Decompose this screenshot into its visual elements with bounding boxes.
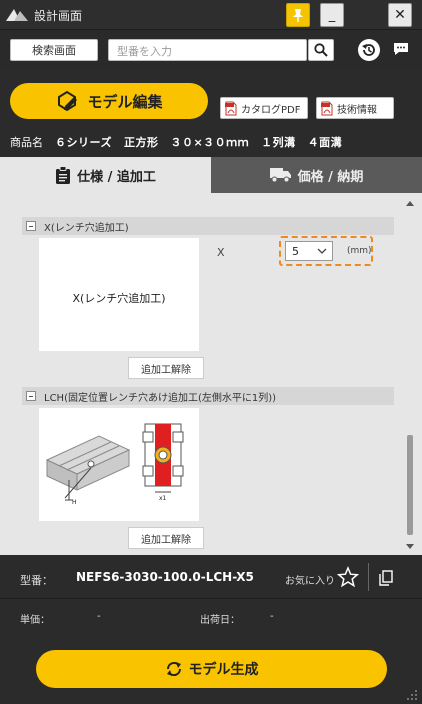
pin-icon: [293, 9, 303, 22]
tab-spec-label: 仕様 / 追加工: [77, 169, 156, 185]
catalog-pdf-button[interactable]: カタログPDF: [220, 97, 308, 119]
chat-icon[interactable]: [392, 41, 410, 57]
close-button[interactable]: ✕: [388, 3, 412, 27]
collapse-icon[interactable]: [26, 391, 36, 401]
remove-x-button[interactable]: 追加工解除: [128, 357, 204, 379]
edit-cube-icon: [58, 90, 78, 112]
history-icon: [362, 44, 375, 56]
collapse-icon[interactable]: [26, 221, 36, 231]
section-lch-image: H x1: [39, 408, 199, 521]
copy-icon[interactable]: [379, 570, 393, 586]
title-bar: 設計画面 _ ✕: [0, 0, 422, 30]
param-x-value: 5: [292, 244, 299, 258]
model-number-value: NEFS6-3030-100.0-LCH-X5: [76, 570, 254, 584]
pdf-icon: [321, 101, 333, 116]
product-size: ３０×３０ｍｍ: [170, 136, 250, 149]
tech-info-label: 技術情報: [337, 104, 377, 116]
star-icon[interactable]: [337, 566, 359, 588]
product-series: ６シリーズ: [55, 136, 112, 149]
pdf-icon: [225, 101, 237, 116]
favorite-label: お気に入り: [285, 576, 335, 587]
footer-panel: 型番： NEFS6-3030-100.0-LCH-X5 お気に入り 単価： - …: [0, 555, 422, 704]
generate-model-button[interactable]: モデル生成: [36, 650, 387, 688]
model-number-label: 型番：: [20, 574, 53, 587]
catalog-pdf-label: カタログPDF: [241, 104, 301, 116]
param-x-label: X: [217, 246, 225, 259]
history-button[interactable]: [358, 39, 380, 61]
divider: [368, 563, 369, 591]
divider: [0, 598, 422, 599]
refresh-icon: [166, 661, 181, 677]
window-title: 設計画面: [34, 9, 83, 23]
search-screen-button[interactable]: 検索画面: [10, 39, 98, 61]
tab-price[interactable]: 価格 / 納期: [211, 157, 422, 193]
chevron-down-icon: [317, 248, 327, 254]
tab-price-label: 価格 / 納期: [297, 169, 364, 185]
dim-x1-label: x1: [159, 495, 167, 502]
product-rows: １列溝: [261, 136, 296, 149]
resize-grip-icon[interactable]: [406, 689, 418, 701]
tab-bar: 仕様 / 追加工 価格 / 納期: [0, 157, 422, 193]
search-input[interactable]: [109, 41, 306, 62]
model-edit-label: モデル編集: [87, 92, 163, 111]
ship-date-label: 出荷日：: [200, 615, 240, 626]
scroll-thumb[interactable]: [407, 435, 413, 535]
search-toolbar: 検索画面: [0, 31, 422, 67]
tech-info-button[interactable]: 技術情報: [316, 97, 394, 119]
dim-h-label: H: [72, 499, 77, 506]
clipboard-icon: [56, 166, 71, 184]
product-header: モデル編集 カタログPDF 技術情報 商品名 ６シリーズ 正方形 ３０×３０ｍｍ…: [0, 67, 422, 157]
product-faces: ４面溝: [307, 136, 343, 149]
section-x-title: X(レンチ穴追加工): [44, 222, 129, 234]
unit-price-value: -: [97, 611, 101, 622]
ship-date-value: -: [270, 611, 274, 622]
param-x-highlight: 5 (mm): [279, 236, 373, 266]
search-button[interactable]: [308, 39, 334, 61]
product-shape: 正方形: [123, 136, 159, 149]
scroll-down-icon[interactable]: [406, 544, 414, 549]
pin-button[interactable]: [286, 3, 310, 27]
minimize-button[interactable]: _: [320, 3, 344, 27]
model-edit-button[interactable]: モデル編集: [10, 83, 208, 119]
app-logo-icon: [6, 9, 28, 21]
section-lch-header[interactable]: LCH(固定位置レンチ穴あけ追加工(左側水平に1列)): [22, 387, 394, 405]
model-number-search: [108, 39, 307, 62]
generate-model-label: モデル生成: [188, 662, 259, 678]
search-icon: [314, 43, 328, 57]
section-x-header[interactable]: X(レンチ穴追加工): [22, 217, 394, 235]
tab-spec[interactable]: 仕様 / 追加工: [0, 157, 211, 193]
remove-lch-button[interactable]: 追加工解除: [128, 527, 204, 549]
lch-diagram: H x1: [45, 423, 184, 506]
param-x-select[interactable]: 5: [285, 241, 333, 261]
product-name-row: 商品名 ６シリーズ 正方形 ３０×３０ｍｍ １列溝 ４面溝: [10, 134, 342, 150]
scroll-up-icon[interactable]: [406, 201, 414, 206]
unit-price-label: 単価：: [20, 615, 50, 626]
section-x-image-label: X(レンチ穴追加工): [72, 292, 166, 305]
truck-icon: [269, 168, 291, 183]
spec-panel: X(レンチ穴追加工) X(レンチ穴追加工) X 5 (mm) 追加工解除 LCH…: [0, 193, 422, 555]
section-x-image: X(レンチ穴追加工): [39, 238, 199, 351]
product-name-label: 商品名: [10, 136, 43, 149]
section-lch-title: LCH(固定位置レンチ穴あけ追加工(左側水平に1列)): [44, 392, 277, 404]
content-scrollbar[interactable]: [404, 193, 416, 555]
param-x-unit: (mm): [347, 246, 372, 256]
